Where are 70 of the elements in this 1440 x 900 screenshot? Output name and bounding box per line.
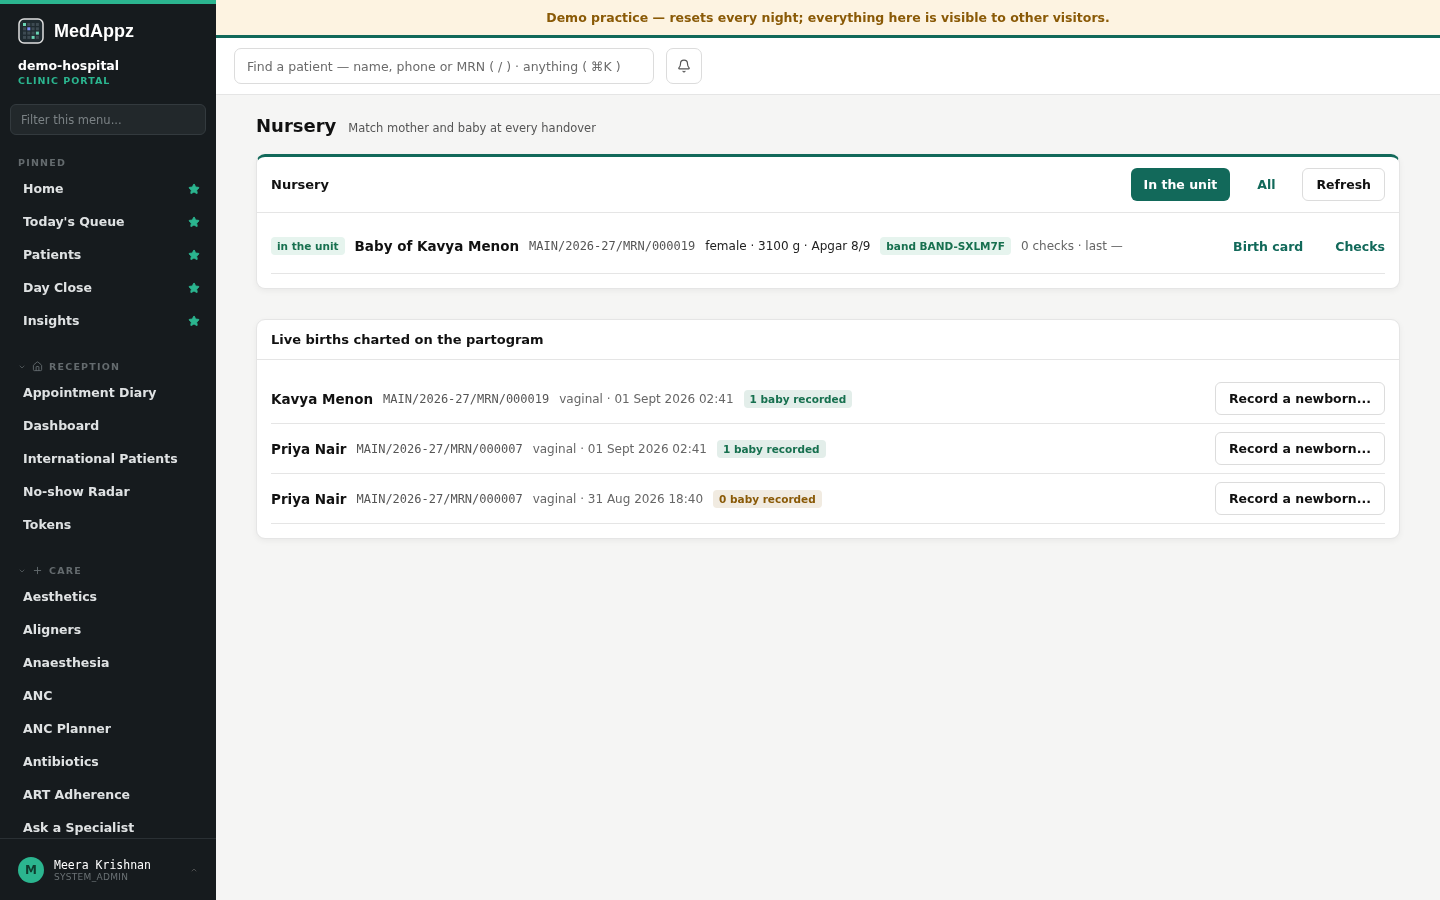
notifications-button[interactable] bbox=[666, 48, 702, 84]
card-title: Live births charted on the partogram bbox=[271, 332, 544, 347]
mrn-text: MAIN/2026-27/MRN/000007 bbox=[356, 491, 523, 506]
baby-name: Baby of Kavya Menon bbox=[354, 238, 520, 254]
page-subtitle: Match mother and baby at every handover bbox=[348, 121, 596, 135]
star-icon[interactable] bbox=[188, 182, 200, 195]
record-newborn-button[interactable]: Record a newborn... bbox=[1214, 432, 1385, 465]
recorded-badge: 1 baby recorded bbox=[716, 439, 826, 458]
checks-text: 0 checks · last — bbox=[1021, 239, 1123, 253]
star-icon[interactable] bbox=[188, 314, 200, 327]
page-title: Nursery bbox=[256, 115, 337, 136]
menu-filter-field[interactable]: Filter this menu... bbox=[10, 104, 206, 135]
section-label: CARE bbox=[49, 565, 82, 576]
baby-details: female · 3100 g · Apgar 8/9 bbox=[705, 239, 871, 253]
search-field[interactable]: Find a patient — name, phone or MRN ( / ) · anything ( ⌘K ) bbox=[234, 48, 654, 84]
user-name: Meera Krishnan bbox=[54, 857, 152, 872]
birth-details: vaginal · 31 Aug 2026 18:40 bbox=[532, 491, 704, 506]
bell-icon bbox=[677, 59, 691, 73]
sidebar-item[interactable]: Insights bbox=[0, 304, 216, 337]
sidebar-item[interactable]: ANC bbox=[0, 679, 216, 712]
sidebar-item[interactable]: Day Close bbox=[0, 271, 216, 304]
band-badge: band BAND-SXLM7F bbox=[880, 237, 1012, 255]
mother-name: Priya Nair bbox=[271, 490, 347, 507]
house-icon bbox=[32, 361, 43, 372]
sidebar-item[interactable]: International Patients bbox=[0, 442, 216, 475]
logo-icon bbox=[18, 18, 44, 44]
sidebar-item[interactable]: ANC Planner bbox=[0, 712, 216, 745]
sidebar-item[interactable]: Today's Queue bbox=[0, 205, 216, 238]
birth-details: vaginal · 01 Sept 2026 02:41 bbox=[532, 441, 707, 456]
birth-details: vaginal · 01 Sept 2026 02:41 bbox=[559, 391, 734, 406]
mother-name: Kavya Menon bbox=[271, 390, 374, 407]
record-newborn-button[interactable]: Record a newborn... bbox=[1214, 482, 1385, 515]
star-icon[interactable] bbox=[188, 281, 200, 294]
mrn-text: MAIN/2026-27/MRN/000019 bbox=[383, 391, 550, 406]
sidebar-item[interactable]: Tokens bbox=[0, 508, 216, 541]
section-label: RECEPTION bbox=[49, 361, 121, 372]
sidebar-item[interactable]: Appointment Diary bbox=[0, 376, 216, 409]
mrn-text: MAIN/2026-27/MRN/000019 bbox=[529, 239, 696, 253]
sidebar-item[interactable]: Dashboard bbox=[0, 409, 216, 442]
sidebar-item[interactable]: Anaesthesia bbox=[0, 646, 216, 679]
sidebar-item[interactable]: Ask a Specialist bbox=[0, 811, 216, 838]
filter-tab[interactable]: In the unit bbox=[1130, 168, 1231, 201]
recorded-badge: 0 baby recorded bbox=[713, 489, 822, 508]
portal-label: CLINIC PORTAL bbox=[17, 74, 112, 86]
recorded-badge: 1 baby recorded bbox=[743, 389, 853, 408]
banner-text: Demo practice — resets every night; everything here is visible to other visitors. bbox=[546, 10, 1110, 25]
sidebar-item[interactable]: Aligners bbox=[0, 613, 216, 646]
refresh-button[interactable]: Refresh bbox=[1302, 168, 1385, 201]
mrn-text: MAIN/2026-27/MRN/000007 bbox=[356, 441, 523, 456]
sidebar-item[interactable]: No-show Radar bbox=[0, 475, 216, 508]
row-link[interactable]: Checks bbox=[1335, 238, 1385, 254]
sidebar-item[interactable]: Aesthetics bbox=[0, 580, 216, 613]
star-icon[interactable] bbox=[188, 215, 200, 228]
user-role: SYSTEM_ADMIN bbox=[54, 871, 130, 882]
section-label: PINNED bbox=[18, 157, 66, 168]
sidebar-item[interactable]: Patients bbox=[0, 238, 216, 271]
plus-icon bbox=[32, 565, 43, 576]
card-title: Nursery bbox=[271, 177, 329, 192]
brand-name: MedAppz bbox=[54, 20, 134, 42]
filter-tab[interactable]: All bbox=[1244, 168, 1289, 201]
row-link[interactable]: Birth card bbox=[1233, 238, 1304, 254]
user-avatar: M bbox=[18, 856, 44, 883]
status-badge: in the unit bbox=[271, 237, 345, 255]
sidebar-item[interactable]: Antibiotics bbox=[0, 745, 216, 778]
sidebar-item[interactable]: ART Adherence bbox=[0, 778, 216, 811]
org-name: demo-hospital bbox=[17, 57, 121, 73]
record-newborn-button[interactable]: Record a newborn... bbox=[1214, 382, 1385, 415]
star-icon[interactable] bbox=[188, 248, 200, 261]
sidebar-item[interactable]: Home bbox=[0, 172, 216, 205]
mother-name: Priya Nair bbox=[271, 440, 347, 457]
